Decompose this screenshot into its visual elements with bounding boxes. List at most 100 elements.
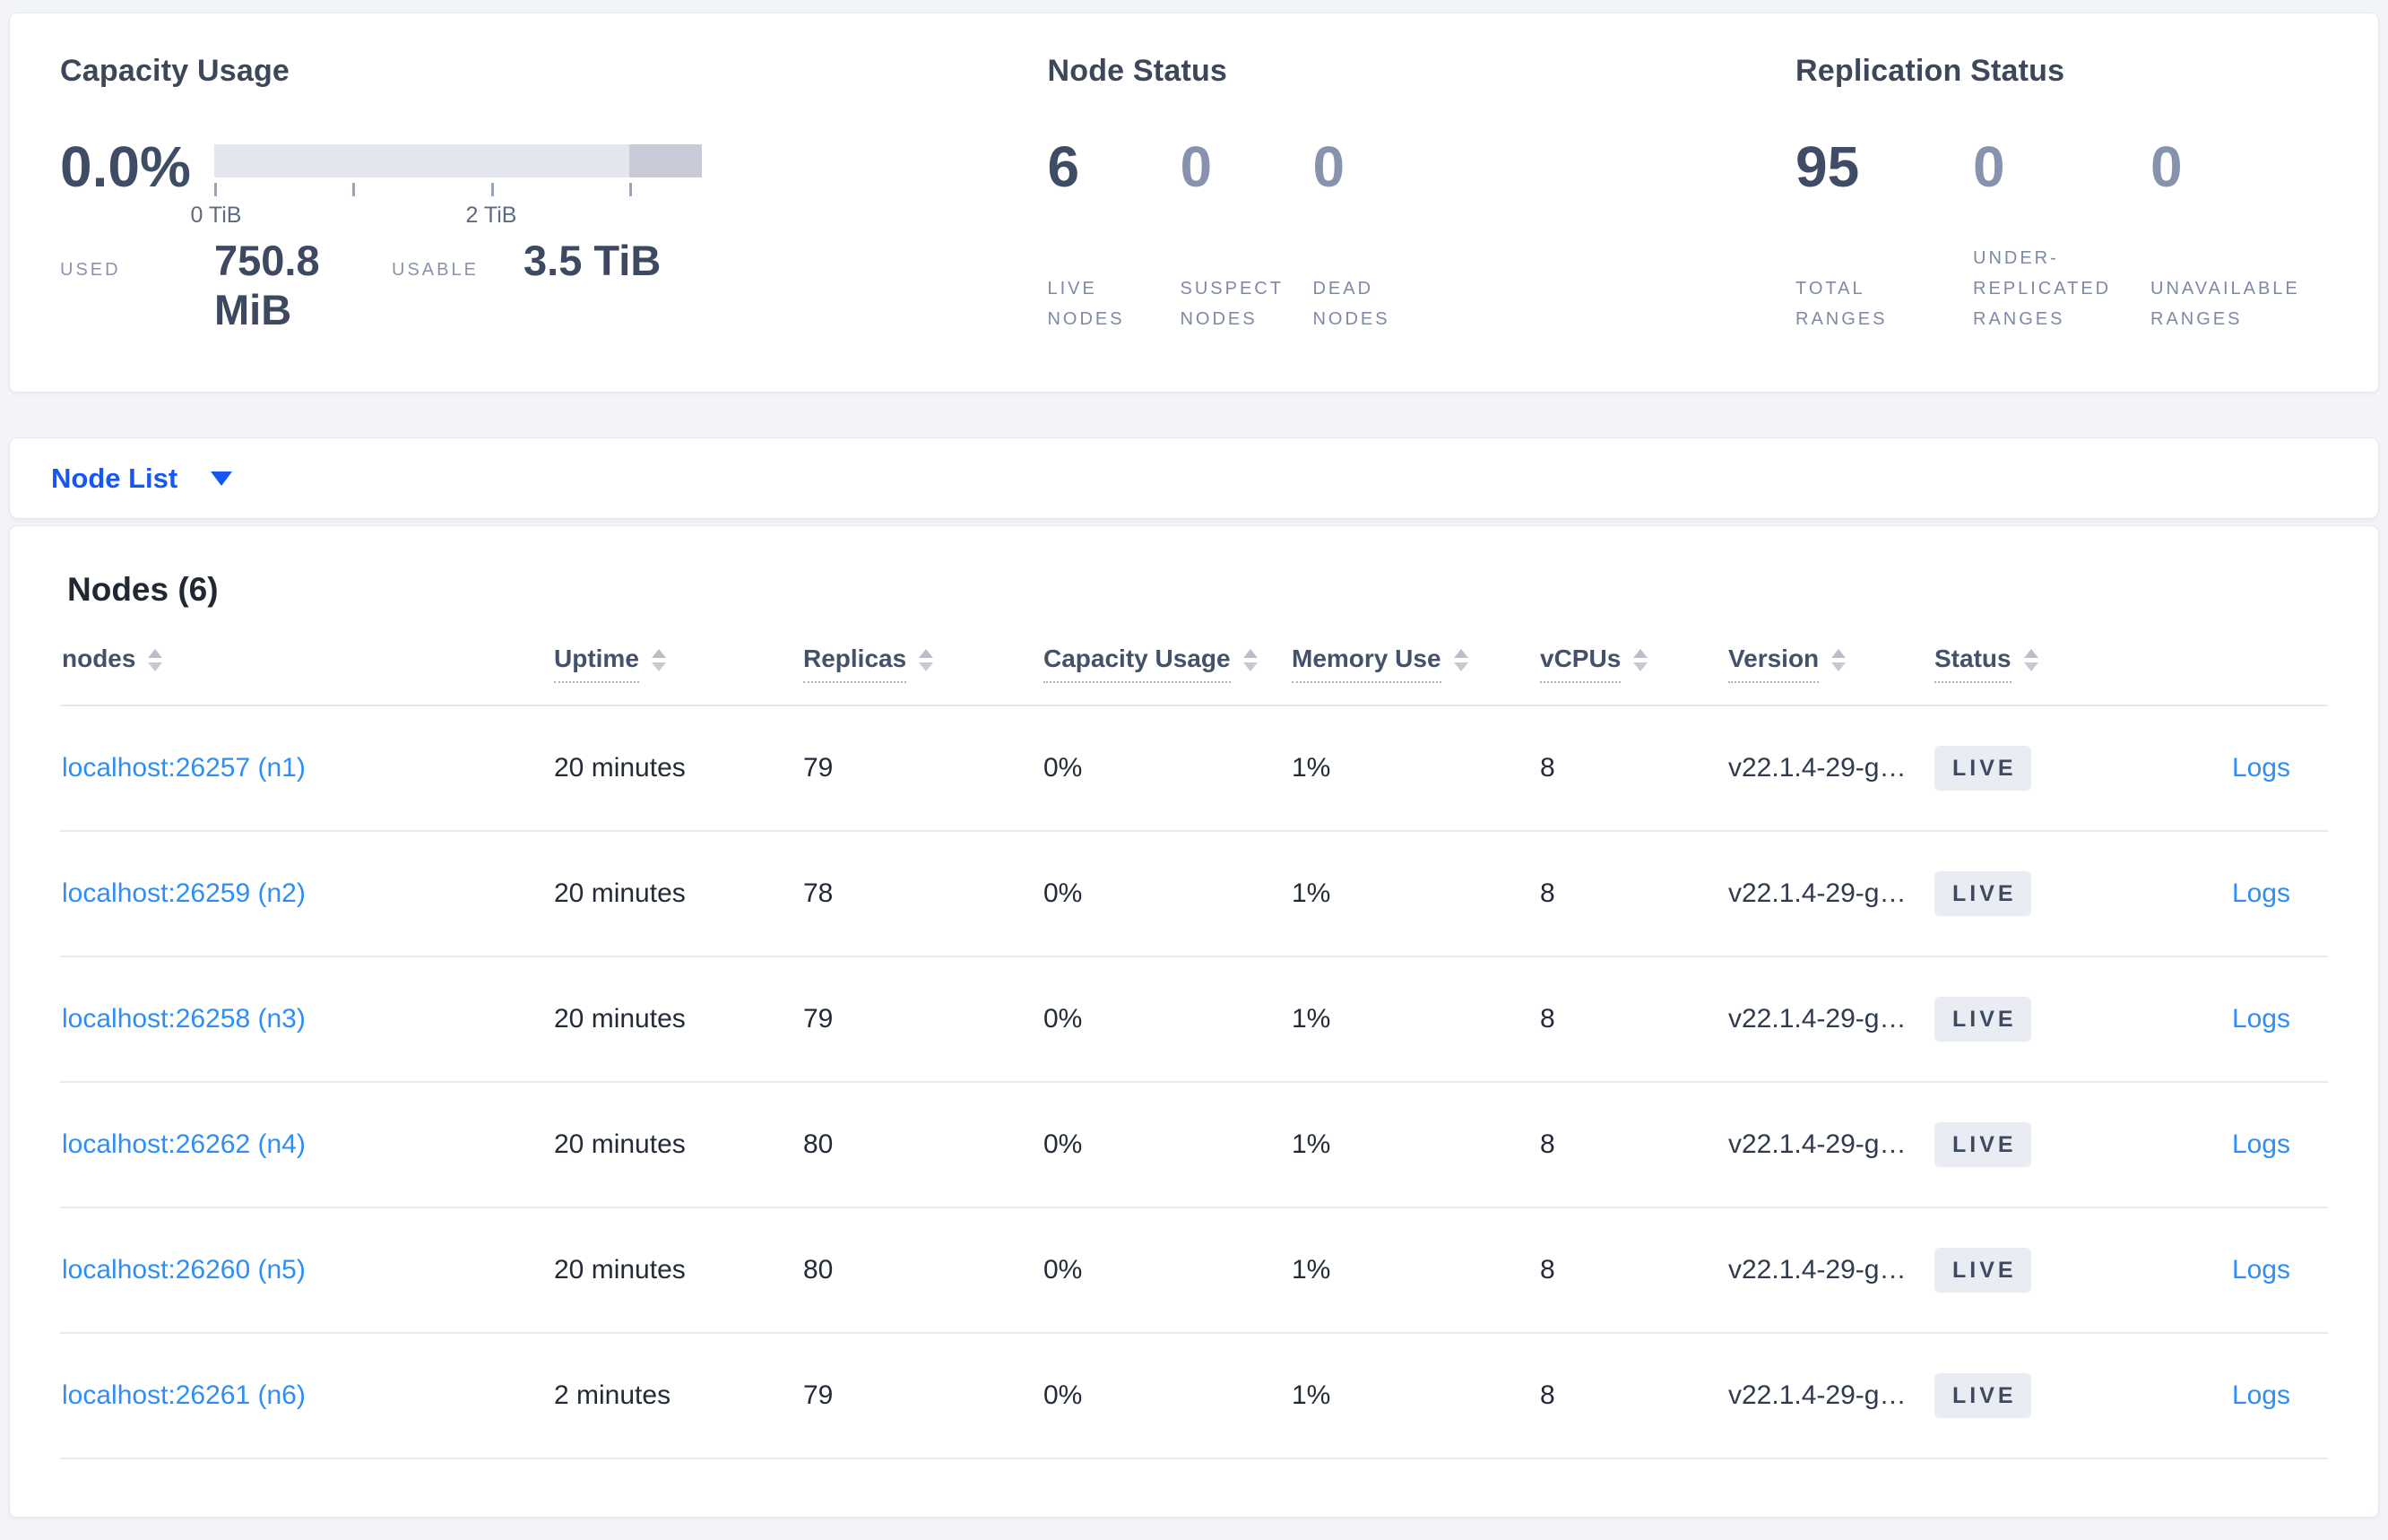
- sort-icon: [919, 649, 934, 671]
- version-cell: v22.1.4-29-g…: [1728, 1255, 1907, 1285]
- uptime-cell: 20 minutes: [554, 1004, 686, 1034]
- live-nodes-label: LIVE NODES: [1047, 279, 1125, 329]
- logs-link[interactable]: Logs: [2232, 1004, 2290, 1034]
- gauge-tick: [491, 183, 494, 196]
- header-capacity-usage-label: Capacity Usage: [1043, 645, 1231, 683]
- uptime-cell: 20 minutes: [554, 1255, 686, 1285]
- vcpus-cell: 8: [1540, 1129, 1555, 1159]
- replication-stats-row: 95 TOTAL RANGES 0 UNDER-REPLICATED RANGE…: [1795, 137, 2328, 334]
- node-link[interactable]: localhost:26258 (n3): [62, 1004, 306, 1034]
- status-badge: LIVE: [1934, 997, 2031, 1042]
- header-capacity-usage[interactable]: Capacity Usage: [1043, 645, 1292, 683]
- status-badge: LIVE: [1934, 1248, 2031, 1293]
- cluster-summary-card: Capacity Usage 0.0% 0 TiB 2 TiB USED 750…: [9, 13, 2379, 393]
- table-row: localhost:26258 (n3) 20 minutes 79 0% 1%…: [60, 957, 2328, 1083]
- capacity-cell: 0%: [1043, 1004, 1083, 1034]
- caret-down-icon: [211, 471, 233, 486]
- replicas-cell: 79: [803, 1380, 834, 1410]
- dead-nodes-stat: 0 DEAD NODES: [1312, 137, 1445, 334]
- sort-icon: [148, 649, 163, 671]
- header-replicas[interactable]: Replicas: [803, 645, 1043, 683]
- header-version[interactable]: Version: [1728, 645, 1934, 683]
- capacity-usage-panel: Capacity Usage 0.0% 0 TiB 2 TiB USED 750…: [60, 54, 1047, 351]
- table-row: localhost:26260 (n5) 20 minutes 80 0% 1%…: [60, 1208, 2328, 1334]
- capacity-percent-value: 0.0%: [60, 134, 191, 199]
- suspect-nodes-value: 0: [1180, 134, 1213, 199]
- header-status[interactable]: Status: [1934, 645, 2107, 683]
- node-link[interactable]: localhost:26261 (n6): [62, 1380, 306, 1410]
- total-ranges-stat: 95 TOTAL RANGES: [1795, 137, 1973, 334]
- node-status-stats: 6 LIVE NODES 0 SUSPECT NODES 0 DEAD NODE…: [1047, 137, 1795, 334]
- header-nodes[interactable]: nodes: [60, 645, 554, 683]
- memory-cell: 1%: [1292, 1255, 1331, 1285]
- node-link[interactable]: localhost:26257 (n1): [62, 753, 306, 783]
- vcpus-cell: 8: [1540, 1004, 1555, 1034]
- uptime-cell: 20 minutes: [554, 1129, 686, 1159]
- gauge-usable-segment: [214, 144, 629, 177]
- unavailable-ranges-value: 0: [2150, 134, 2183, 199]
- replication-status-panel: Replication Status 95 TOTAL RANGES 0 UND…: [1795, 54, 2328, 351]
- table-row: localhost:26259 (n2) 20 minutes 78 0% 1%…: [60, 832, 2328, 957]
- nodes-table-card: Nodes (6) nodes Uptime Replicas Capacity…: [9, 525, 2379, 1518]
- header-replicas-label: Replicas: [803, 645, 907, 683]
- capacity-gauge: 0 TiB 2 TiB: [191, 144, 702, 229]
- header-uptime[interactable]: Uptime: [554, 645, 803, 683]
- uptime-cell: 2 minutes: [554, 1380, 671, 1410]
- replicas-cell: 79: [803, 753, 834, 783]
- gauge-tick: [214, 183, 217, 196]
- used-value: 750.8 MiB: [214, 237, 320, 333]
- under-replicated-ranges-stat: 0 UNDER-REPLICATED RANGES: [1973, 137, 2150, 334]
- gauge-axis-labels: 0 TiB 2 TiB: [191, 203, 702, 229]
- header-vcpus[interactable]: vCPUs: [1540, 645, 1728, 683]
- header-memory-use[interactable]: Memory Use: [1292, 645, 1540, 683]
- capacity-usage-title: Capacity Usage: [60, 54, 290, 88]
- vcpus-cell: 8: [1540, 878, 1555, 908]
- total-ranges-value: 95: [1795, 134, 1860, 199]
- logs-link[interactable]: Logs: [2232, 1380, 2290, 1411]
- usable-label: USABLE: [392, 260, 479, 280]
- replicas-cell: 80: [803, 1129, 834, 1159]
- replicas-cell: 79: [803, 1004, 834, 1034]
- logs-link[interactable]: Logs: [2232, 1129, 2290, 1160]
- status-badge: LIVE: [1934, 1373, 2031, 1418]
- node-link[interactable]: localhost:26259 (n2): [62, 878, 306, 908]
- suspect-nodes-label: SUSPECT NODES: [1180, 279, 1284, 329]
- gauge-ticks: [214, 183, 702, 197]
- memory-cell: 1%: [1292, 878, 1331, 908]
- replicas-cell: 78: [803, 878, 834, 908]
- total-ranges-label: TOTAL RANGES: [1795, 279, 1888, 329]
- version-cell: v22.1.4-29-g…: [1728, 753, 1907, 783]
- sort-icon: [1453, 649, 1468, 671]
- header-status-label: Status: [1934, 645, 2012, 683]
- logs-link[interactable]: Logs: [2232, 753, 2290, 783]
- node-status-panel: Node Status 6 LIVE NODES 0 SUSPECT NODES…: [1047, 54, 1795, 351]
- version-cell: v22.1.4-29-g…: [1728, 878, 1907, 908]
- vcpus-cell: 8: [1540, 1255, 1555, 1285]
- node-link[interactable]: localhost:26260 (n5): [62, 1255, 306, 1285]
- unavailable-ranges-label: UNAVAILABLE RANGES: [2150, 279, 2300, 329]
- memory-cell: 1%: [1292, 1380, 1331, 1410]
- node-status-stats-row: 6 LIVE NODES 0 SUSPECT NODES 0 DEAD NODE…: [1047, 137, 1795, 334]
- header-nodes-label: nodes: [62, 645, 136, 672]
- uptime-cell: 20 minutes: [554, 878, 686, 908]
- gauge-tick: [629, 183, 632, 196]
- memory-cell: 1%: [1292, 753, 1331, 783]
- sort-icon: [2023, 649, 2038, 671]
- logs-link[interactable]: Logs: [2232, 878, 2290, 909]
- capacity-cell: 0%: [1043, 1380, 1083, 1410]
- logs-link[interactable]: Logs: [2232, 1255, 2290, 1285]
- header-vcpus-label: vCPUs: [1540, 645, 1622, 683]
- nodes-table-title: Nodes (6): [67, 571, 219, 608]
- table-row: localhost:26257 (n1) 20 minutes 79 0% 1%…: [60, 706, 2328, 832]
- sort-icon: [1633, 649, 1648, 671]
- capacity-cell: 0%: [1043, 753, 1083, 783]
- live-nodes-value: 6: [1047, 134, 1080, 199]
- capacity-used-row: USED 750.8 MiB USABLE 3.5 TiB: [60, 236, 1047, 334]
- header-memory-use-label: Memory Use: [1292, 645, 1441, 683]
- gauge-axis-label-2: 2 TiB: [465, 203, 517, 228]
- node-list-dropdown[interactable]: Node List: [51, 463, 233, 495]
- capacity-gauge-bar: [214, 144, 702, 177]
- under-replicated-ranges-value: 0: [1973, 134, 2005, 199]
- header-uptime-label: Uptime: [554, 645, 639, 683]
- node-link[interactable]: localhost:26262 (n4): [62, 1129, 306, 1159]
